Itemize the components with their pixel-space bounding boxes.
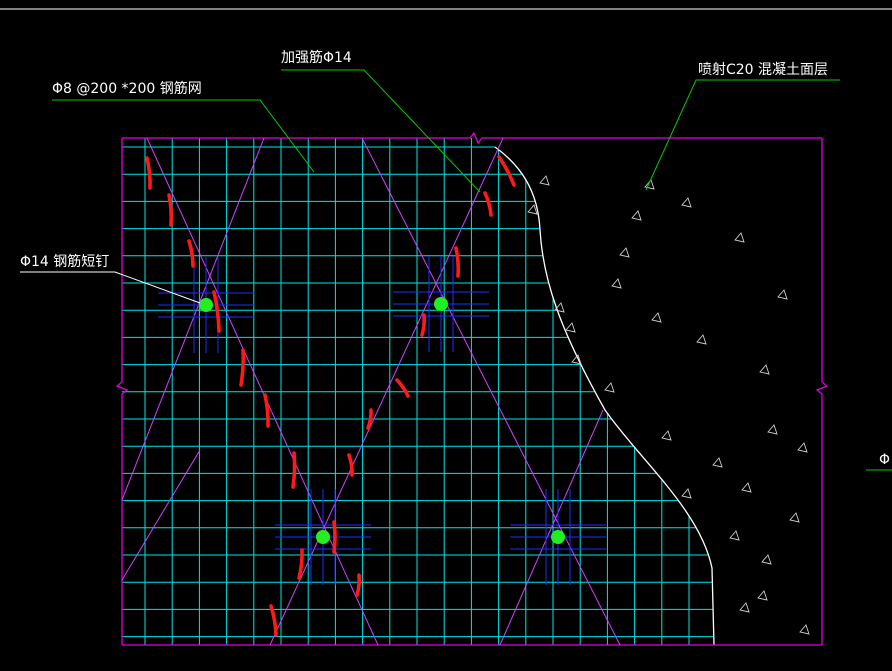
- aggregate-triangle: [729, 530, 740, 541]
- aggregate-triangle: [712, 457, 723, 468]
- leader-pin: [20, 271, 201, 304]
- red-mark: [291, 451, 297, 489]
- mesh-grid: [122, 138, 714, 645]
- panel-border: [115, 131, 829, 646]
- aggregate-triangle: [789, 512, 800, 523]
- leader-lines: [20, 69, 892, 471]
- aggregate-triangle: [631, 210, 642, 221]
- pin-dot: [434, 297, 448, 311]
- red-mark: [239, 348, 246, 387]
- aggregate-triangle: [739, 602, 750, 613]
- aggregate-triangle: [759, 364, 770, 375]
- leader-shotcrete: [645, 79, 840, 191]
- leader-mesh: [52, 99, 315, 173]
- aggregate-triangle: [767, 424, 778, 435]
- red-mark: [263, 393, 270, 428]
- red-mark: [332, 520, 337, 554]
- label-mesh: Φ8 @200 *200 钢筋网: [52, 80, 202, 97]
- red-mark: [420, 313, 427, 337]
- label-shotcrete: 喷射C20 混凝土面层: [698, 62, 828, 78]
- pin-dot: [551, 530, 565, 544]
- aggregate-triangle: [797, 442, 808, 453]
- aggregate-triangle: [681, 197, 692, 208]
- reinforcement-drawing: Φ8 @200 *200 钢筋网 加强筋Φ14 喷射C20 混凝土面层 Φ14 …: [0, 8, 892, 646]
- aggregate-triangle: [799, 624, 810, 635]
- aggregate-triangle: [777, 289, 788, 300]
- aggregate-triangle: [681, 488, 692, 499]
- aggregate-triangle: [761, 554, 772, 565]
- pin-dot: [316, 530, 330, 544]
- red-mark: [297, 548, 304, 580]
- red-mark: [454, 246, 461, 278]
- border-right: [815, 138, 829, 645]
- shotcrete-layer: [494, 146, 810, 646]
- label-cut-off: Φ: [879, 452, 890, 468]
- aggregate-triangle: [757, 590, 768, 601]
- red-mark: [145, 156, 152, 190]
- red-mark: [483, 191, 493, 217]
- pin-markers: [158, 256, 606, 585]
- red-mark: [269, 604, 278, 637]
- label-pin: Φ14 钢筋短钉: [20, 253, 109, 270]
- aggregate-triangle: [604, 382, 615, 393]
- red-mark: [355, 573, 362, 597]
- red-mark: [395, 378, 410, 398]
- red-mark: [187, 239, 195, 268]
- aggregate-triangle: [611, 278, 622, 289]
- aggregate-triangle: [651, 312, 662, 323]
- aggregate-triangle: [696, 334, 707, 345]
- aggregate-triangle: [539, 175, 550, 186]
- aggregate-triangle: [527, 204, 538, 215]
- pin-dot: [199, 298, 213, 312]
- concrete-boundary: [494, 146, 715, 646]
- aggregate-triangle: [661, 430, 672, 441]
- aggregate-triangle: [734, 232, 745, 243]
- red-mark: [167, 193, 174, 227]
- aggregate-triangle: [741, 482, 752, 493]
- aggregate-triangle: [565, 322, 576, 333]
- aggregate-triangle: [619, 247, 630, 258]
- label-strengthen-bar: 加强筋Φ14: [281, 49, 352, 66]
